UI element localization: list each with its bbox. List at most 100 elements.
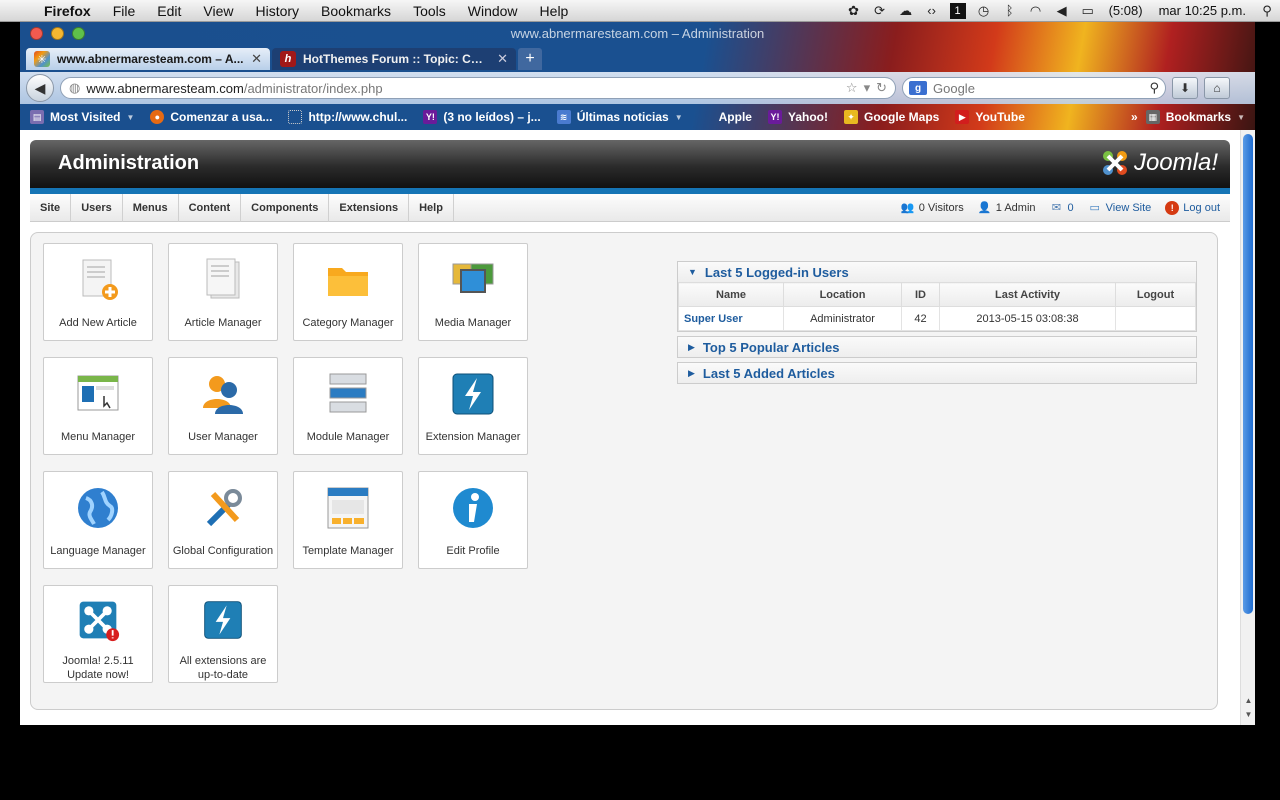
close-tab-icon[interactable]: ✕ — [497, 51, 508, 67]
overflow-chevron-icon[interactable]: » — [1131, 110, 1138, 124]
quickicon-add-new-article[interactable]: Add New Article — [43, 243, 153, 341]
quickicon-label: Media Manager — [434, 317, 512, 329]
bluetooth-icon[interactable]: ᛒ — [997, 3, 1023, 18]
view-site-text: View Site — [1105, 201, 1152, 214]
menu-tools[interactable]: Tools — [402, 0, 457, 22]
menu-history[interactable]: History — [244, 0, 310, 22]
url-text[interactable]: www.abnermaresteam.com/administrator/ind… — [86, 81, 840, 96]
quickicon-extension-manager[interactable]: Extension Manager — [418, 357, 528, 455]
home-button[interactable]: ⌂ — [1204, 77, 1230, 99]
menu-edit[interactable]: Edit — [146, 0, 192, 22]
menu-view[interactable]: View — [192, 0, 244, 22]
main-menu-help[interactable]: Help — [409, 193, 454, 222]
logged-in-users-table: Name Location ID Last Activity Logout Su… — [678, 282, 1196, 331]
quickicon-label: Article Manager — [184, 317, 262, 329]
menu-bookmarks[interactable]: Bookmarks — [310, 0, 402, 22]
evernote-icon[interactable]: ✿ — [841, 3, 867, 19]
spotlight-search-icon[interactable]: ⚲ — [1254, 3, 1280, 19]
bookmark-yahoo[interactable]: Y! Yahoo! — [767, 110, 828, 124]
bookmark-apple[interactable]: Apple — [699, 110, 752, 124]
menu-app-name[interactable]: Firefox — [40, 0, 102, 22]
main-menu-content[interactable]: Content — [179, 193, 242, 222]
tab-administration[interactable]: ✳ www.abnermaresteam.com – A... ✕ — [26, 48, 270, 70]
main-menu-extensions[interactable]: Extensions — [329, 193, 410, 222]
quickicon-edit-profile[interactable]: Edit Profile — [418, 471, 528, 569]
template-icon — [327, 487, 369, 529]
main-menu-users[interactable]: Users — [71, 193, 123, 222]
bookmark-youtube[interactable]: ▶ YouTube — [955, 110, 1025, 124]
globe-icon — [78, 488, 118, 528]
main-menu-menus[interactable]: Menus — [123, 193, 179, 222]
wifi-icon[interactable]: ◠ — [1023, 3, 1049, 19]
google-engine-icon[interactable]: g — [909, 81, 927, 95]
module-title: Last 5 Logged-in Users — [704, 264, 849, 280]
bookmark-yahoo-mail[interactable]: Y! (3 no leídos) – j... — [423, 110, 541, 124]
quickicon-label: User Manager — [188, 431, 258, 443]
quickicon-global-configuration[interactable]: Global Configuration — [168, 471, 278, 569]
view-site-link[interactable]: ▭ View Site — [1088, 201, 1152, 215]
downloads-button[interactable]: ⬇ — [1172, 77, 1198, 99]
quickicon-label: Category Manager — [302, 317, 394, 329]
menu-help[interactable]: Help — [529, 0, 580, 22]
quickicon-article-manager[interactable]: Article Manager — [168, 243, 278, 341]
search-bar[interactable]: g Google ⚲ — [902, 77, 1166, 99]
messages-icon: ✉ — [1051, 202, 1062, 214]
quickicon-language-manager[interactable]: Language Manager — [43, 471, 153, 569]
sync-icon[interactable]: ⟳ — [867, 3, 893, 19]
bookmark-star-icon[interactable]: ☆ — [846, 80, 858, 96]
bookmark-label: Most Visited — [50, 110, 121, 124]
quickicon-extensions-up-to-date[interactable]: All extensions are up-to-date — [168, 585, 278, 683]
reload-icon[interactable]: ↻ — [876, 80, 887, 96]
quickicon-label: Template Manager — [302, 545, 394, 557]
quickicon-joomla-update[interactable]: Joomla! 2.5.11 Update now! — [43, 585, 153, 683]
apple-icon — [699, 110, 713, 124]
history-dropdown-icon[interactable]: ▾ — [864, 80, 871, 96]
volume-icon[interactable]: ◀ — [1049, 3, 1075, 19]
logout-link[interactable]: ! Log out — [1165, 200, 1220, 215]
battery-icon[interactable]: ▭ — [1075, 3, 1101, 19]
quickicon-user-manager[interactable]: User Manager — [168, 357, 278, 455]
main-menu-components[interactable]: Components — [241, 193, 330, 222]
scroll-down-icon[interactable]: ▼ — [1241, 710, 1255, 722]
page-scrollbar[interactable]: ▲ ▼ — [1240, 130, 1255, 725]
cloud-icon[interactable]: ☁ — [893, 3, 919, 19]
messages-text: 0 — [1067, 201, 1074, 214]
one-icon[interactable]: 1 — [949, 2, 966, 19]
media-icon — [452, 263, 494, 293]
menu-window[interactable]: Window — [457, 0, 529, 22]
clock[interactable]: mar 10:25 p.m. — [1151, 3, 1254, 18]
quickicon-label: Menu Manager — [61, 431, 135, 443]
quickicon-template-manager[interactable]: Template Manager — [293, 471, 403, 569]
quickicon-label: Language Manager — [50, 545, 146, 557]
time-machine-icon[interactable]: ◷ — [971, 3, 997, 19]
scrollbar-thumb[interactable] — [1243, 134, 1253, 614]
user-last-activity: 2013-05-15 03:08:38 — [939, 306, 1116, 331]
quickicon-module-manager[interactable]: Module Manager — [293, 357, 403, 455]
bookmark-chul[interactable]: http://www.chul... — [288, 110, 407, 124]
messages-count[interactable]: ✉ 0 — [1050, 201, 1074, 215]
quickicon-label: Module Manager — [306, 431, 390, 443]
bookmark-ultimas-noticias[interactable]: ≋ Últimas noticias ▼ — [556, 110, 683, 124]
module-header-added[interactable]: ▶ Last 5 Added Articles — [678, 363, 1196, 383]
module-header-logged-in[interactable]: ▼ Last 5 Logged-in Users — [678, 262, 1196, 282]
bookmark-comenzar[interactable]: ● Comenzar a usa... — [150, 110, 272, 124]
menu-file[interactable]: File — [102, 0, 147, 22]
main-menu-site[interactable]: Site — [30, 193, 72, 222]
module-header-popular[interactable]: ▶ Top 5 Popular Articles — [678, 337, 1196, 357]
scroll-up-icon[interactable]: ▲ — [1241, 696, 1255, 708]
quickicon-label: Add New Article — [59, 317, 137, 329]
bookmarks-menu[interactable]: ▦ Bookmarks ▼ — [1145, 110, 1245, 124]
new-tab-button[interactable]: + — [518, 48, 542, 70]
back-button[interactable]: ◀ — [26, 74, 54, 102]
close-tab-icon[interactable]: ✕ — [251, 51, 262, 67]
bookmark-google-maps[interactable]: ✦ Google Maps — [844, 110, 939, 124]
code-icon[interactable]: ‹› — [919, 3, 945, 18]
url-bar[interactable]: ◍ www.abnermaresteam.com/administrator/i… — [60, 77, 896, 99]
user-name-link[interactable]: Super User — [678, 306, 784, 331]
tab-hotthemes-forum[interactable]: h HotThemes Forum :: Topic: CHA... ✕ — [272, 48, 516, 70]
search-icon[interactable]: ⚲ — [1149, 80, 1159, 96]
bookmark-most-visited[interactable]: ▤ Most Visited ▼ — [30, 110, 134, 124]
quickicon-category-manager[interactable]: Category Manager — [293, 243, 403, 341]
quickicon-media-manager[interactable]: Media Manager — [418, 243, 528, 341]
quickicon-menu-manager[interactable]: Menu Manager — [43, 357, 153, 455]
